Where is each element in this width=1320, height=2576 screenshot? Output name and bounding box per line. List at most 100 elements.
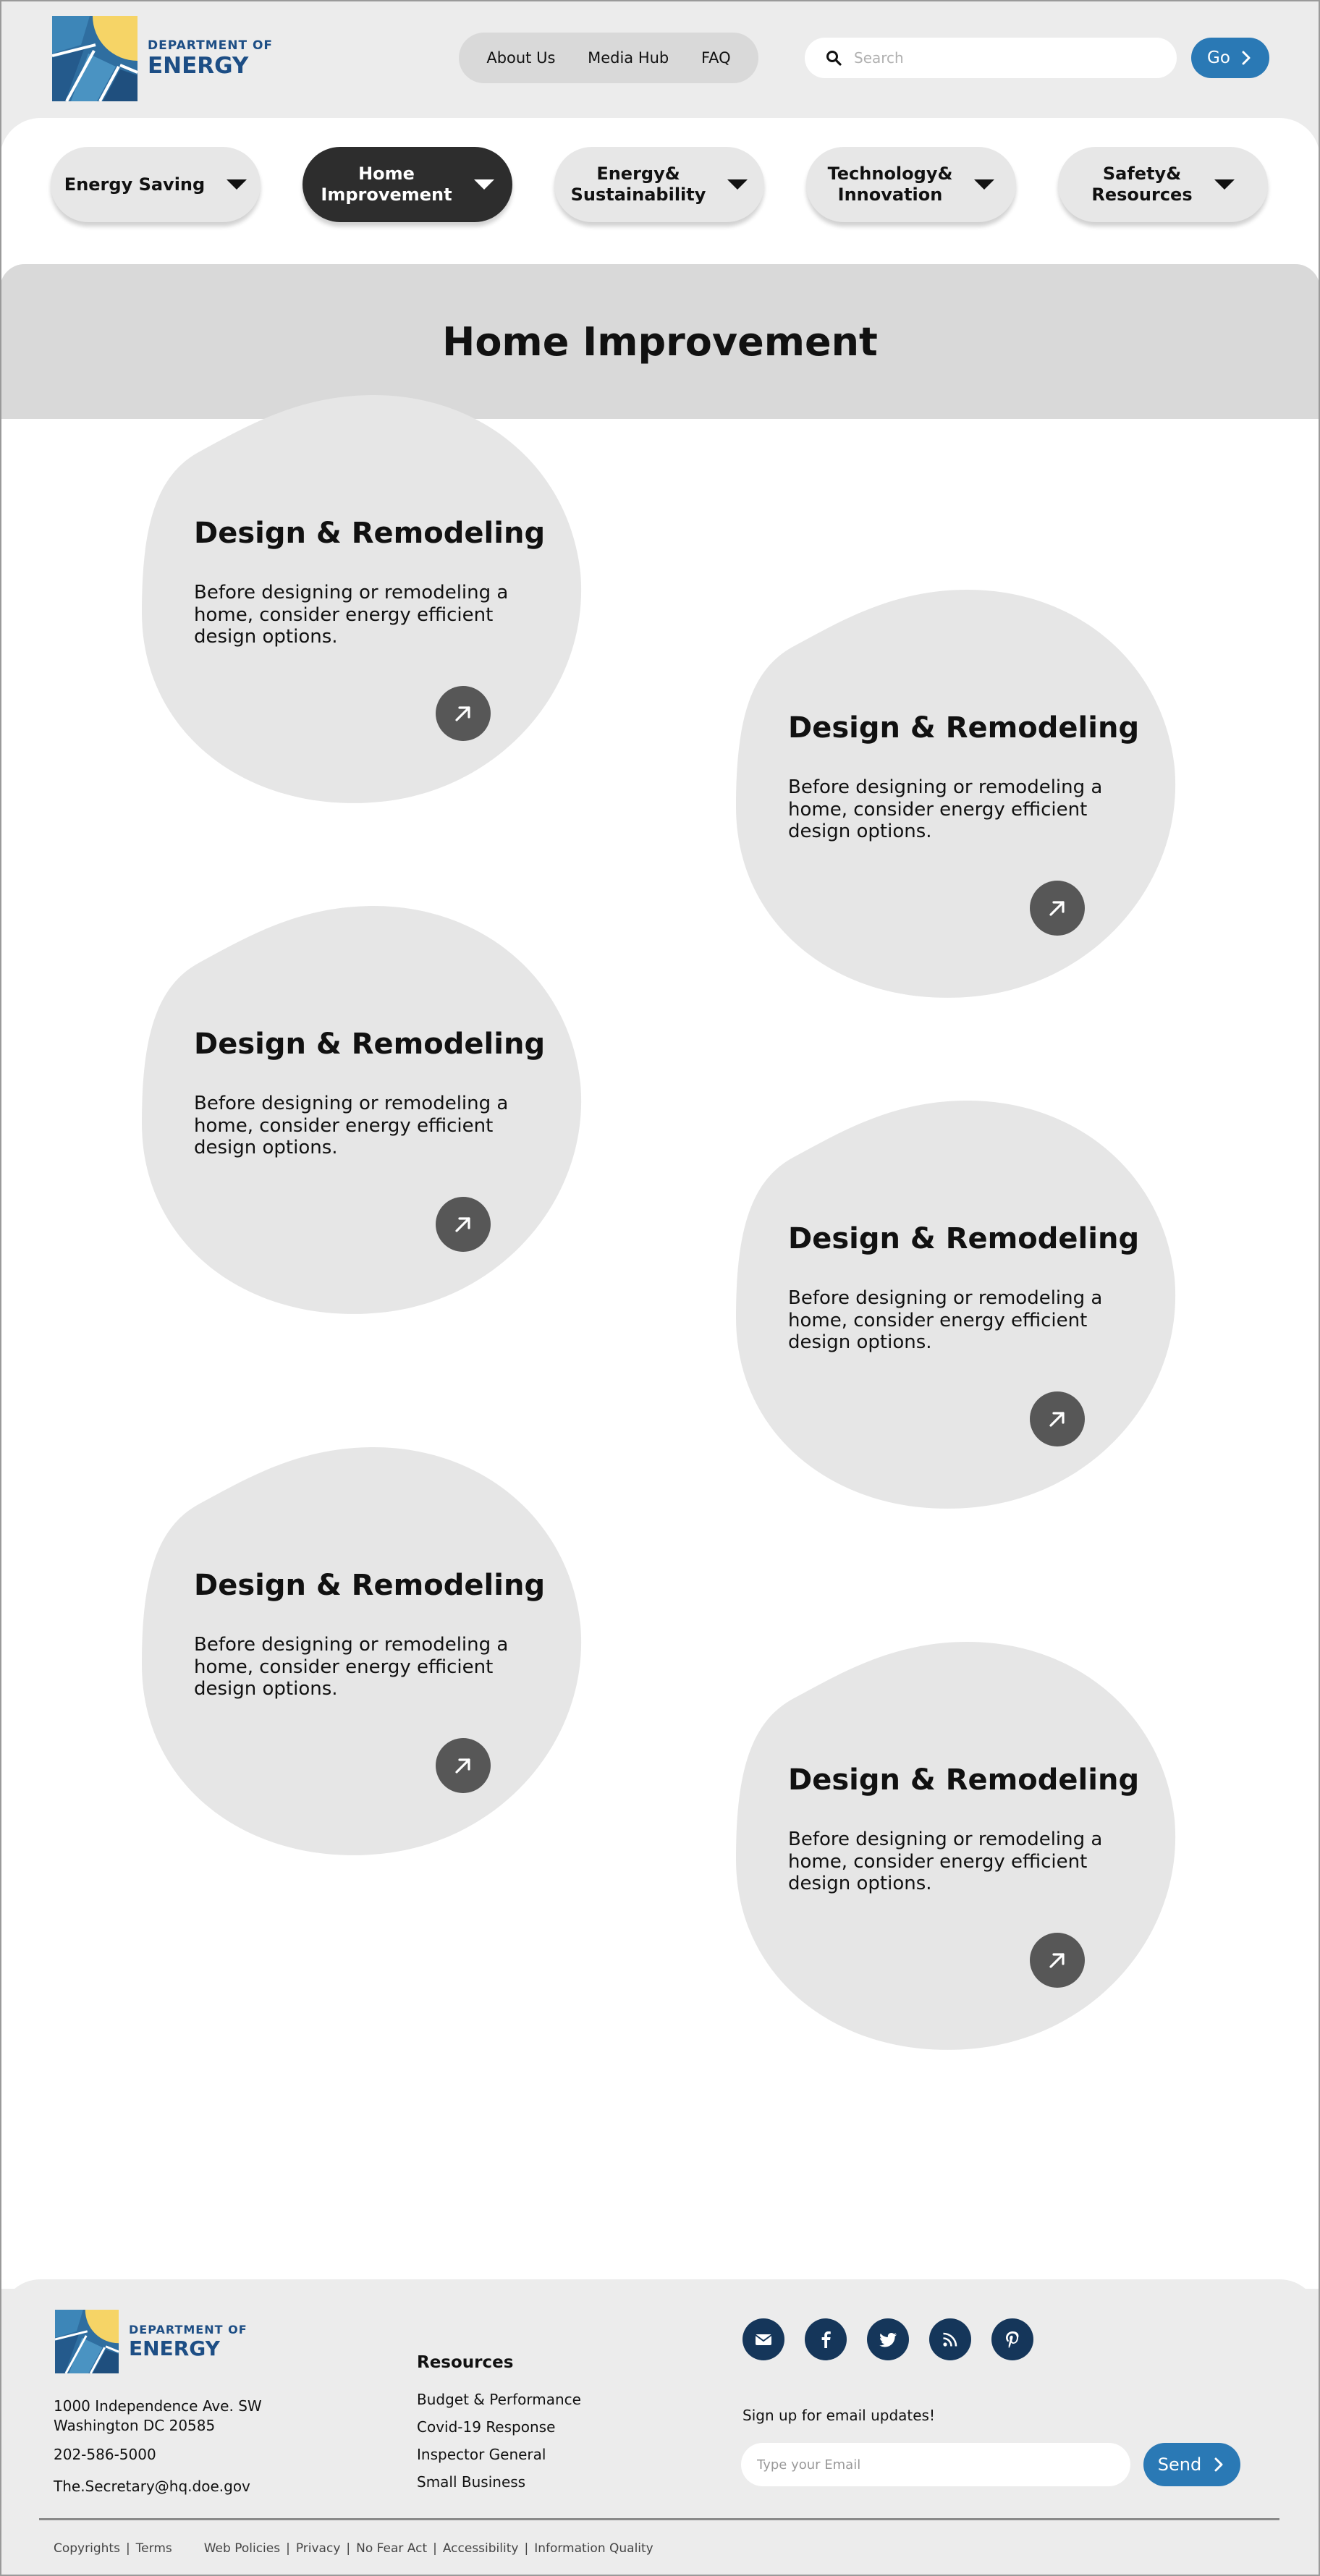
- envelope-icon: [755, 2334, 772, 2345]
- privacy-link[interactable]: Privacy: [296, 2541, 341, 2556]
- card-description: Before designing or remodeling a home, c…: [788, 1287, 1103, 1354]
- search-icon: [826, 51, 842, 66]
- topic-card[interactable]: Design & Remodeling Before designing or r…: [142, 1447, 582, 1855]
- terms-link[interactable]: Terms: [136, 2541, 172, 2556]
- page-title: Home Improvement: [442, 318, 878, 365]
- go-button[interactable]: Go: [1191, 38, 1269, 78]
- category-tab-energy-sustainability[interactable]: Energy& Sustainability: [554, 147, 764, 222]
- twitter-social-button[interactable]: [867, 2318, 909, 2360]
- search-box: [805, 38, 1177, 78]
- card-title: Design & Remodeling: [194, 1028, 546, 1061]
- main-panel: Energy Saving Home Improvement Energy& Sus…: [0, 118, 1320, 2289]
- card-description: Before designing or remodeling a home, c…: [194, 1093, 509, 1159]
- search-input[interactable]: [854, 49, 1158, 67]
- category-tab-label: Safety& Resources: [1091, 164, 1193, 205]
- card-description: Before designing or remodeling a home, c…: [194, 1634, 509, 1700]
- resource-link[interactable]: Covid-19 Response: [417, 2418, 581, 2446]
- footer-divider: [39, 2518, 1279, 2520]
- copyrights-link[interactable]: Copyrights: [54, 2541, 120, 2556]
- category-tab-home-improvement[interactable]: Home Improvement: [302, 147, 512, 222]
- footer-logo-line1: DEPARTMENT OF: [129, 2323, 248, 2336]
- resource-link[interactable]: Inspector General: [417, 2446, 581, 2473]
- card-title: Design & Remodeling: [788, 1222, 1140, 1255]
- category-tab-technology-innovation[interactable]: Technology& Innovation: [806, 147, 1016, 222]
- address-line1: 1000 Independence Ave. SW: [54, 2397, 262, 2415]
- nav-about-us[interactable]: About Us: [486, 49, 555, 67]
- card-open-button[interactable]: [1030, 1933, 1085, 1988]
- arrow-up-right-icon: [1049, 901, 1065, 916]
- nav-media-hub[interactable]: Media Hub: [588, 49, 669, 67]
- footer-logo-line2: ENERGY: [129, 2336, 220, 2360]
- card-open-button[interactable]: [436, 686, 491, 741]
- arrow-up-right-icon: [1049, 1412, 1065, 1427]
- card-title: Design & Remodeling: [194, 517, 546, 550]
- top-nav: About Us Media Hub FAQ: [459, 33, 758, 83]
- footer-address: 1000 Independence Ave. SW Washington DC …: [54, 2397, 262, 2436]
- category-tab-safety-resources[interactable]: Safety& Resources: [1058, 147, 1268, 222]
- legal-links: Copyrights | Terms Web Policies | Privacy |…: [54, 2541, 653, 2556]
- caret-down-icon: [473, 179, 494, 190]
- logo-text: DEPARTMENT OF ENERGY: [148, 40, 273, 77]
- resource-link[interactable]: Small Business: [417, 2473, 581, 2501]
- logo-line1: DEPARTMENT OF: [148, 38, 274, 53]
- footer-logo-text: DEPARTMENT OF ENERGY: [129, 2324, 248, 2359]
- card-title: Design & Remodeling: [788, 711, 1140, 745]
- newsletter-email-input[interactable]: [741, 2443, 1130, 2486]
- caret-down-icon: [227, 179, 248, 190]
- no-fear-act-link[interactable]: No Fear Act: [356, 2541, 427, 2556]
- caret-down-icon: [1214, 179, 1235, 190]
- pinterest-icon: [1006, 2331, 1019, 2348]
- category-tab-label: Technology& Innovation: [827, 164, 953, 205]
- category-tab-energy-saving[interactable]: Energy Saving: [51, 147, 261, 222]
- site-footer: DEPARTMENT OF ENERGY 1000 Independence A…: [0, 2279, 1320, 2576]
- caret-down-icon: [727, 179, 748, 190]
- chevron-right-icon: [1242, 51, 1251, 65]
- facebook-icon: [821, 2331, 831, 2348]
- site-header: DEPARTMENT OF ENERGY About Us Media Hub …: [0, 0, 1320, 116]
- card-description: Before designing or remodeling a home, c…: [788, 776, 1103, 843]
- doe-logo[interactable]: DEPARTMENT OF ENERGY: [52, 16, 273, 101]
- caret-down-icon: [974, 179, 995, 190]
- chevron-right-icon: [1214, 2457, 1223, 2472]
- footer-email[interactable]: The.Secretary@hq.doe.gov: [54, 2478, 250, 2495]
- nav-faq[interactable]: FAQ: [701, 49, 731, 67]
- card-title: Design & Remodeling: [788, 1763, 1140, 1797]
- address-line2: Washington DC 20585: [54, 2417, 216, 2434]
- arrow-up-right-icon: [455, 1217, 470, 1232]
- email-social-button[interactable]: [742, 2318, 784, 2360]
- rss-social-button[interactable]: [929, 2318, 971, 2360]
- topic-card[interactable]: Design & Remodeling Before designing or r…: [736, 590, 1176, 998]
- web-policies-link[interactable]: Web Policies: [204, 2541, 280, 2556]
- rss-icon: [943, 2332, 957, 2347]
- facebook-social-button[interactable]: [805, 2318, 847, 2360]
- card-open-button[interactable]: [1030, 1391, 1085, 1446]
- accessibility-link[interactable]: Accessibility: [443, 2541, 519, 2556]
- resource-link[interactable]: Budget & Performance: [417, 2391, 581, 2418]
- resources-list: Budget & Performance Covid-19 Response I…: [417, 2391, 581, 2501]
- send-button-label: Send: [1157, 2454, 1202, 2475]
- topic-card[interactable]: Design & Remodeling Before designing or r…: [142, 395, 582, 803]
- resources-title: Resources: [417, 2353, 514, 2372]
- footer-phone[interactable]: 202-586-5000: [54, 2446, 156, 2463]
- category-tab-label: Home Improvement: [321, 164, 452, 205]
- card-description: Before designing or remodeling a home, c…: [194, 582, 509, 648]
- topic-card[interactable]: Design & Remodeling Before designing or r…: [736, 1642, 1176, 2050]
- card-title: Design & Remodeling: [194, 1569, 546, 1602]
- topic-card[interactable]: Design & Remodeling Before designing or r…: [142, 906, 582, 1314]
- card-open-button[interactable]: [1030, 881, 1085, 936]
- footer-logo[interactable]: DEPARTMENT OF ENERGY: [55, 2310, 248, 2373]
- arrow-up-right-icon: [455, 1758, 470, 1774]
- send-button[interactable]: Send: [1143, 2443, 1240, 2486]
- card-description: Before designing or remodeling a home, c…: [788, 1829, 1103, 1895]
- information-quality-link[interactable]: Information Quality: [534, 2541, 653, 2556]
- category-tab-label: Energy& Sustainability: [570, 164, 706, 205]
- pinterest-social-button[interactable]: [991, 2318, 1033, 2360]
- topic-card[interactable]: Design & Remodeling Before designing or r…: [736, 1101, 1176, 1509]
- card-open-button[interactable]: [436, 1738, 491, 1793]
- doe-logo-mark: [52, 16, 138, 101]
- signup-text: Sign up for email updates!: [742, 2407, 935, 2424]
- card-open-button[interactable]: [436, 1197, 491, 1252]
- arrow-up-right-icon: [455, 706, 470, 721]
- go-button-label: Go: [1207, 48, 1230, 67]
- twitter-icon: [879, 2333, 897, 2347]
